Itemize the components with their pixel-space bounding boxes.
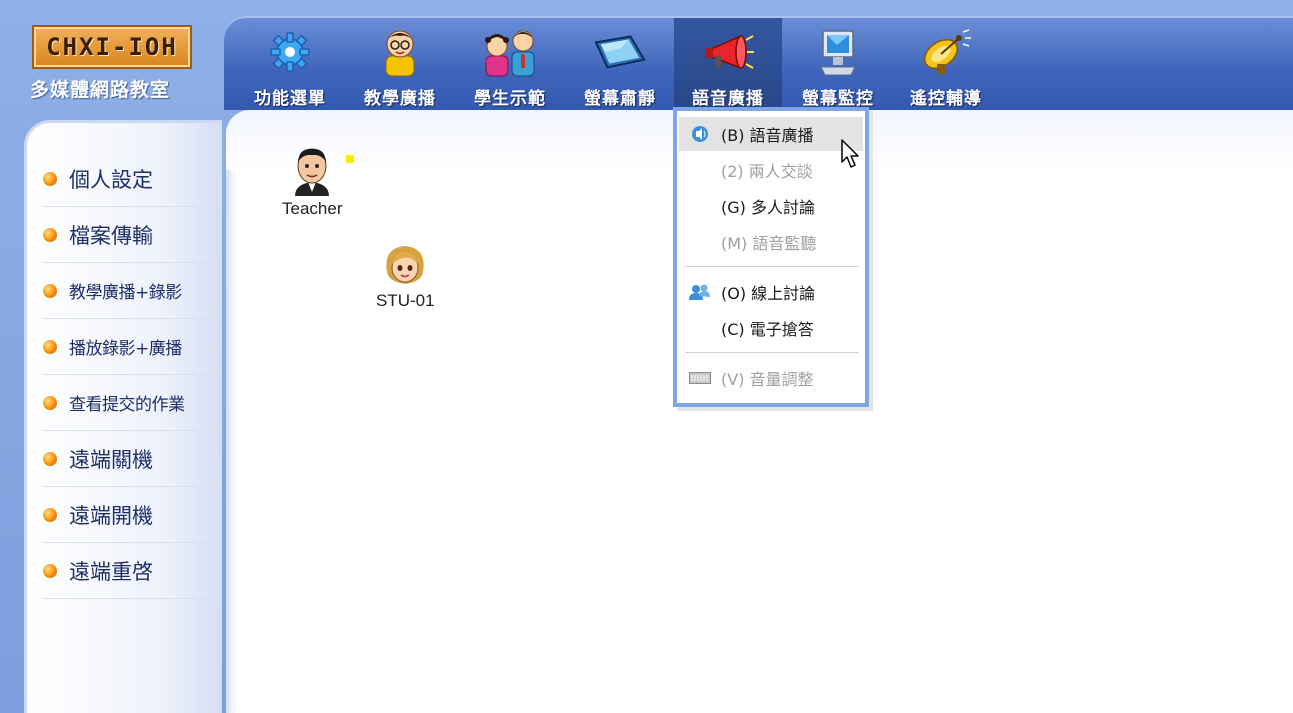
mouse-cursor-icon xyxy=(840,138,862,174)
sidebar-item-broadcast-record[interactable]: 教學廣播+錄影 xyxy=(43,263,211,319)
sidebar-item-remote-restart[interactable]: 遠端重啓 xyxy=(43,543,211,599)
toolbar-voice-broadcast[interactable]: 語音廣播 xyxy=(674,18,782,110)
bullet-icon xyxy=(43,339,57,354)
bullet-icon xyxy=(43,507,57,522)
menu-item-group-discussion[interactable]: (G) 多人討論 xyxy=(679,189,863,223)
menu-item-label: (V) 音量調整 xyxy=(721,370,814,389)
student-face-icon xyxy=(386,246,424,284)
logo-subtitle: 多媒體網路教室 xyxy=(30,79,171,101)
menu-item-label: (C) 電子搶答 xyxy=(721,320,814,339)
speaker-icon xyxy=(687,125,713,143)
gear-icon xyxy=(262,24,318,80)
monitor-icon xyxy=(810,24,866,80)
teacher-icon xyxy=(372,24,428,80)
menu-item-label: (O) 線上討論 xyxy=(721,284,816,303)
sidebar-item-personal-settings[interactable]: 個人設定 xyxy=(43,151,211,207)
menu-item-label: (M) 語音監聽 xyxy=(721,234,817,253)
menu-item-voice-monitor[interactable]: (M) 語音監聽 xyxy=(679,225,863,259)
sidebar: 個人設定 檔案傳輸 教學廣播+錄影 播放錄影+廣播 查看提交的作業 遠端關機 遠… xyxy=(24,120,222,713)
toolbar-label: 遙控輔導 xyxy=(910,89,982,109)
logo-mark: CHXI-IOH xyxy=(46,33,178,61)
bullet-icon xyxy=(43,395,57,410)
logo-badge: CHXI-IOH xyxy=(32,25,192,69)
sidebar-item-label: 遠端開機 xyxy=(69,503,153,528)
toolbar-label: 螢幕監控 xyxy=(802,89,874,109)
main-toolbar: 功能選單 教學廣播 學生示範 螢幕肅靜 語音廣播 螢幕監控 遙控輔導 xyxy=(224,16,1293,110)
menu-separator xyxy=(685,352,859,353)
sidebar-item-remote-shutdown[interactable]: 遠端關機 xyxy=(43,431,211,487)
menu-item-voice-broadcast[interactable]: (B) 語音廣播 xyxy=(679,117,863,151)
toolbar-teaching-broadcast[interactable]: 教學廣播 xyxy=(346,18,454,110)
sidebar-item-label: 教學廣播+錄影 xyxy=(69,283,182,303)
toolbar-function-menu[interactable]: 功能選單 xyxy=(236,18,344,110)
menu-item-volume-adjust[interactable]: (V) 音量調整 xyxy=(679,361,863,395)
bullet-icon xyxy=(43,171,57,186)
app-window: CHXI-IOH 多媒體網路教室 功能選單 教學廣播 學生示範 螢幕肅靜 語音廣… xyxy=(0,0,1293,713)
online-indicator xyxy=(346,155,354,163)
toolbar-label: 功能選單 xyxy=(254,89,326,109)
toolbar-label: 語音廣播 xyxy=(692,89,764,109)
bullet-icon xyxy=(43,227,57,242)
app-logo: CHXI-IOH 多媒體網路教室 xyxy=(30,25,198,105)
sidebar-item-label: 個人設定 xyxy=(69,167,153,192)
toolbar-label: 學生示範 xyxy=(474,89,546,109)
menu-item-quick-answer[interactable]: (C) 電子搶答 xyxy=(679,311,863,345)
students-icon xyxy=(482,24,538,80)
menu-item-online-discussion[interactable]: (O) 線上討論 xyxy=(679,275,863,309)
teacher-face-icon xyxy=(295,148,330,196)
megaphone-icon xyxy=(700,24,756,80)
volume-bar-icon xyxy=(687,372,713,384)
menu-item-label: (G) 多人討論 xyxy=(721,198,815,217)
toolbar-screen-monitor[interactable]: 螢幕監控 xyxy=(784,18,892,110)
toolbar-screen-silence[interactable]: 螢幕肅靜 xyxy=(566,18,674,110)
sidebar-item-label: 檔案傳輸 xyxy=(69,223,153,248)
sidebar-item-view-homework[interactable]: 查看提交的作業 xyxy=(43,375,211,431)
users-icon xyxy=(687,284,713,300)
bullet-icon xyxy=(43,283,57,298)
sidebar-item-label: 查看提交的作業 xyxy=(69,395,185,415)
satellite-dish-icon xyxy=(918,24,974,80)
toolbar-label: 螢幕肅靜 xyxy=(584,89,656,109)
menu-item-two-person-talk[interactable]: (2) 兩人交談 xyxy=(679,153,863,187)
sidebar-item-file-transfer[interactable]: 檔案傳輸 xyxy=(43,207,211,263)
menu-item-label: (2) 兩人交談 xyxy=(721,162,813,181)
sidebar-item-remote-poweron[interactable]: 遠端開機 xyxy=(43,487,211,543)
sidebar-item-label: 遠端重啓 xyxy=(69,559,153,584)
bullet-icon xyxy=(43,563,57,578)
toolbar-student-demo[interactable]: 學生示範 xyxy=(456,18,564,110)
menu-separator xyxy=(685,266,859,267)
student-avatar[interactable]: STU-01 xyxy=(376,242,435,311)
sidebar-item-label: 遠端關機 xyxy=(69,447,153,472)
toolbar-label: 教學廣播 xyxy=(364,89,436,109)
sidebar-item-label: 播放錄影+廣播 xyxy=(69,339,182,359)
teacher-label: Teacher xyxy=(282,199,343,218)
tablet-icon xyxy=(592,24,648,80)
bullet-icon xyxy=(43,451,57,466)
menu-item-label: (B) 語音廣播 xyxy=(721,126,814,145)
student-label: STU-01 xyxy=(376,291,435,310)
toolbar-remote-assist[interactable]: 遙控輔導 xyxy=(892,18,1000,110)
sidebar-item-play-recording[interactable]: 播放錄影+廣播 xyxy=(43,319,211,375)
teacher-avatar[interactable]: Teacher xyxy=(282,144,342,219)
